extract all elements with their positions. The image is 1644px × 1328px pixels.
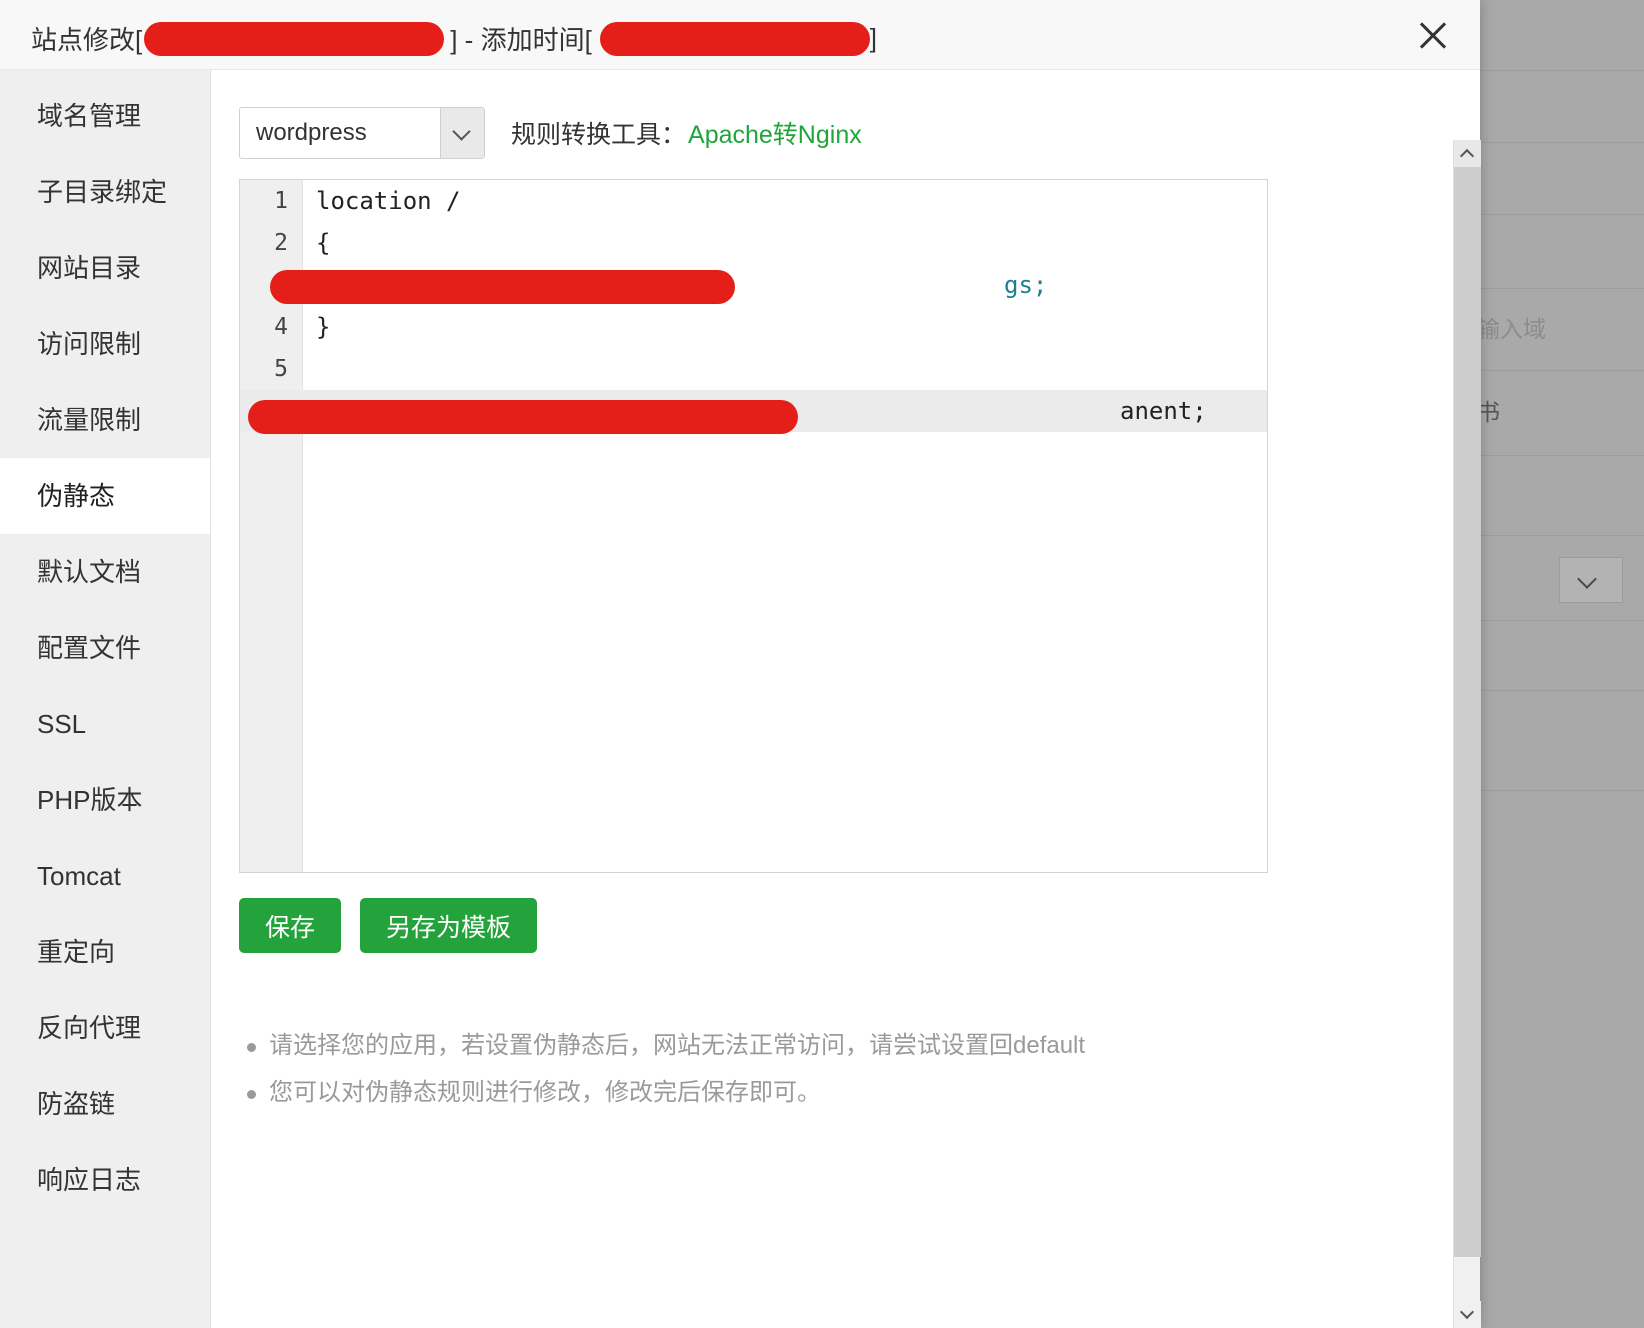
sidebar-item-response-log[interactable]: 响应日志	[0, 1142, 210, 1218]
modal-scrollbar[interactable]	[1453, 140, 1481, 1328]
save-button[interactable]: 保存	[239, 898, 342, 953]
sidebar-item-traffic-limit[interactable]: 流量限制	[0, 382, 210, 458]
modal-sidebar: 域名管理 子目录绑定 网站目录 访问限制 流量限制 伪静态 默认文档 配置文件 …	[0, 70, 211, 1328]
line-number: 2	[274, 230, 288, 256]
scrollbar-thumb[interactable]	[1454, 167, 1481, 1257]
redacted-code-line-6	[248, 400, 798, 434]
chevron-up-icon	[1459, 148, 1475, 164]
modal-title-suffix: ]	[869, 23, 878, 53]
line-number: 1	[274, 188, 288, 214]
line-content: }	[316, 313, 331, 341]
note-item: 您可以对伪静态规则进行修改，修改完后保存即可。	[239, 1069, 1169, 1116]
site-edit-modal: 站点修改[ ] - 添加时间[ ] 域名管理 子目录绑定 网站目录 访问限制 流…	[0, 0, 1481, 1328]
scroll-down-arrow-icon[interactable]	[1454, 1301, 1481, 1328]
code-line[interactable]: 4 }	[240, 306, 1267, 348]
app-select[interactable]: wordpress	[239, 107, 485, 159]
save-as-template-button[interactable]: 另存为模板	[360, 898, 538, 953]
note-item: 请选择您的应用，若设置伪静态后，网站无法正常访问，请尝试设置回default	[239, 1022, 1169, 1069]
help-notes: 请选择您的应用，若设置伪静态后，网站无法正常访问，请尝试设置回default 您…	[239, 1022, 1169, 1116]
chevron-down-icon	[452, 122, 471, 141]
redacted-add-time	[599, 21, 870, 56]
code-line[interactable]: 2 {	[240, 222, 1267, 264]
sidebar-item-ssl[interactable]: SSL	[0, 686, 210, 762]
sidebar-item-default-document[interactable]: 默认文档	[0, 534, 210, 610]
modal-title-prefix: 站点修改[	[31, 25, 143, 55]
app-select-arrow[interactable]	[440, 108, 484, 158]
line-content: location /	[316, 187, 461, 215]
modal-body: 域名管理 子目录绑定 网站目录 访问限制 流量限制 伪静态 默认文档 配置文件 …	[0, 70, 1481, 1328]
redacted-code-line-3	[270, 270, 735, 304]
sidebar-item-redirect[interactable]: 重定向	[0, 914, 210, 990]
action-buttons: 保存 另存为模板	[239, 898, 538, 953]
modal-main-pane: wordpress 规则转换工具：Apache转Nginx 1 location…	[211, 70, 1480, 1328]
sidebar-item-php-version[interactable]: PHP版本	[0, 762, 210, 838]
line-content: {	[316, 229, 331, 257]
rewrite-code-editor[interactable]: 1 location / 2 { 3 gs; 4 } 5	[239, 179, 1268, 873]
rule-converter-label: 规则转换工具：Apache转Nginx	[511, 115, 862, 151]
sidebar-item-reverse-proxy[interactable]: 反向代理	[0, 990, 210, 1066]
modal-header: 站点修改[ ] - 添加时间[ ]	[0, 0, 1480, 70]
rewrite-toolbar: wordpress 规则转换工具：Apache转Nginx	[239, 107, 862, 159]
app-select-value: wordpress	[256, 119, 367, 146]
sidebar-item-site-directory[interactable]: 网站目录	[0, 230, 210, 306]
line-content: gs;	[1004, 271, 1048, 299]
sidebar-item-access-restriction[interactable]: 访问限制	[0, 306, 210, 382]
modal-title-separator: ] - 添加时间[	[450, 25, 592, 55]
sidebar-item-tomcat[interactable]: Tomcat	[0, 838, 210, 914]
rule-converter-text: 规则转换工具：	[511, 121, 687, 149]
redacted-site-name	[144, 21, 445, 56]
sidebar-item-config-file[interactable]: 配置文件	[0, 610, 210, 686]
background-page-select[interactable]	[1559, 557, 1623, 603]
line-number: 5	[274, 356, 288, 382]
code-line[interactable]: 1 location /	[240, 180, 1267, 222]
code-line[interactable]: 3 gs;	[240, 264, 1267, 306]
sidebar-item-anti-leech[interactable]: 防盗链	[0, 1066, 210, 1142]
sidebar-item-domain-management[interactable]: 域名管理	[0, 78, 210, 154]
apache-to-nginx-link[interactable]: Apache转Nginx	[688, 121, 862, 149]
chevron-down-icon	[1459, 1304, 1475, 1320]
code-line[interactable]: 5	[240, 348, 1267, 390]
sidebar-item-subdirectory-binding[interactable]: 子目录绑定	[0, 154, 210, 230]
modal-title: 站点修改[ ] - 添加时间[ ]	[31, 20, 877, 57]
chevron-down-icon	[1577, 569, 1597, 589]
close-icon[interactable]	[1410, 12, 1456, 58]
code-line-active[interactable]: 6 http://$host$1$host$1/ anent;	[240, 390, 1267, 434]
line-content: anent;	[1120, 397, 1207, 425]
line-number: 4	[274, 314, 288, 340]
scroll-up-arrow-icon[interactable]	[1454, 140, 1481, 167]
sidebar-item-rewrite[interactable]: 伪静态	[0, 458, 210, 534]
